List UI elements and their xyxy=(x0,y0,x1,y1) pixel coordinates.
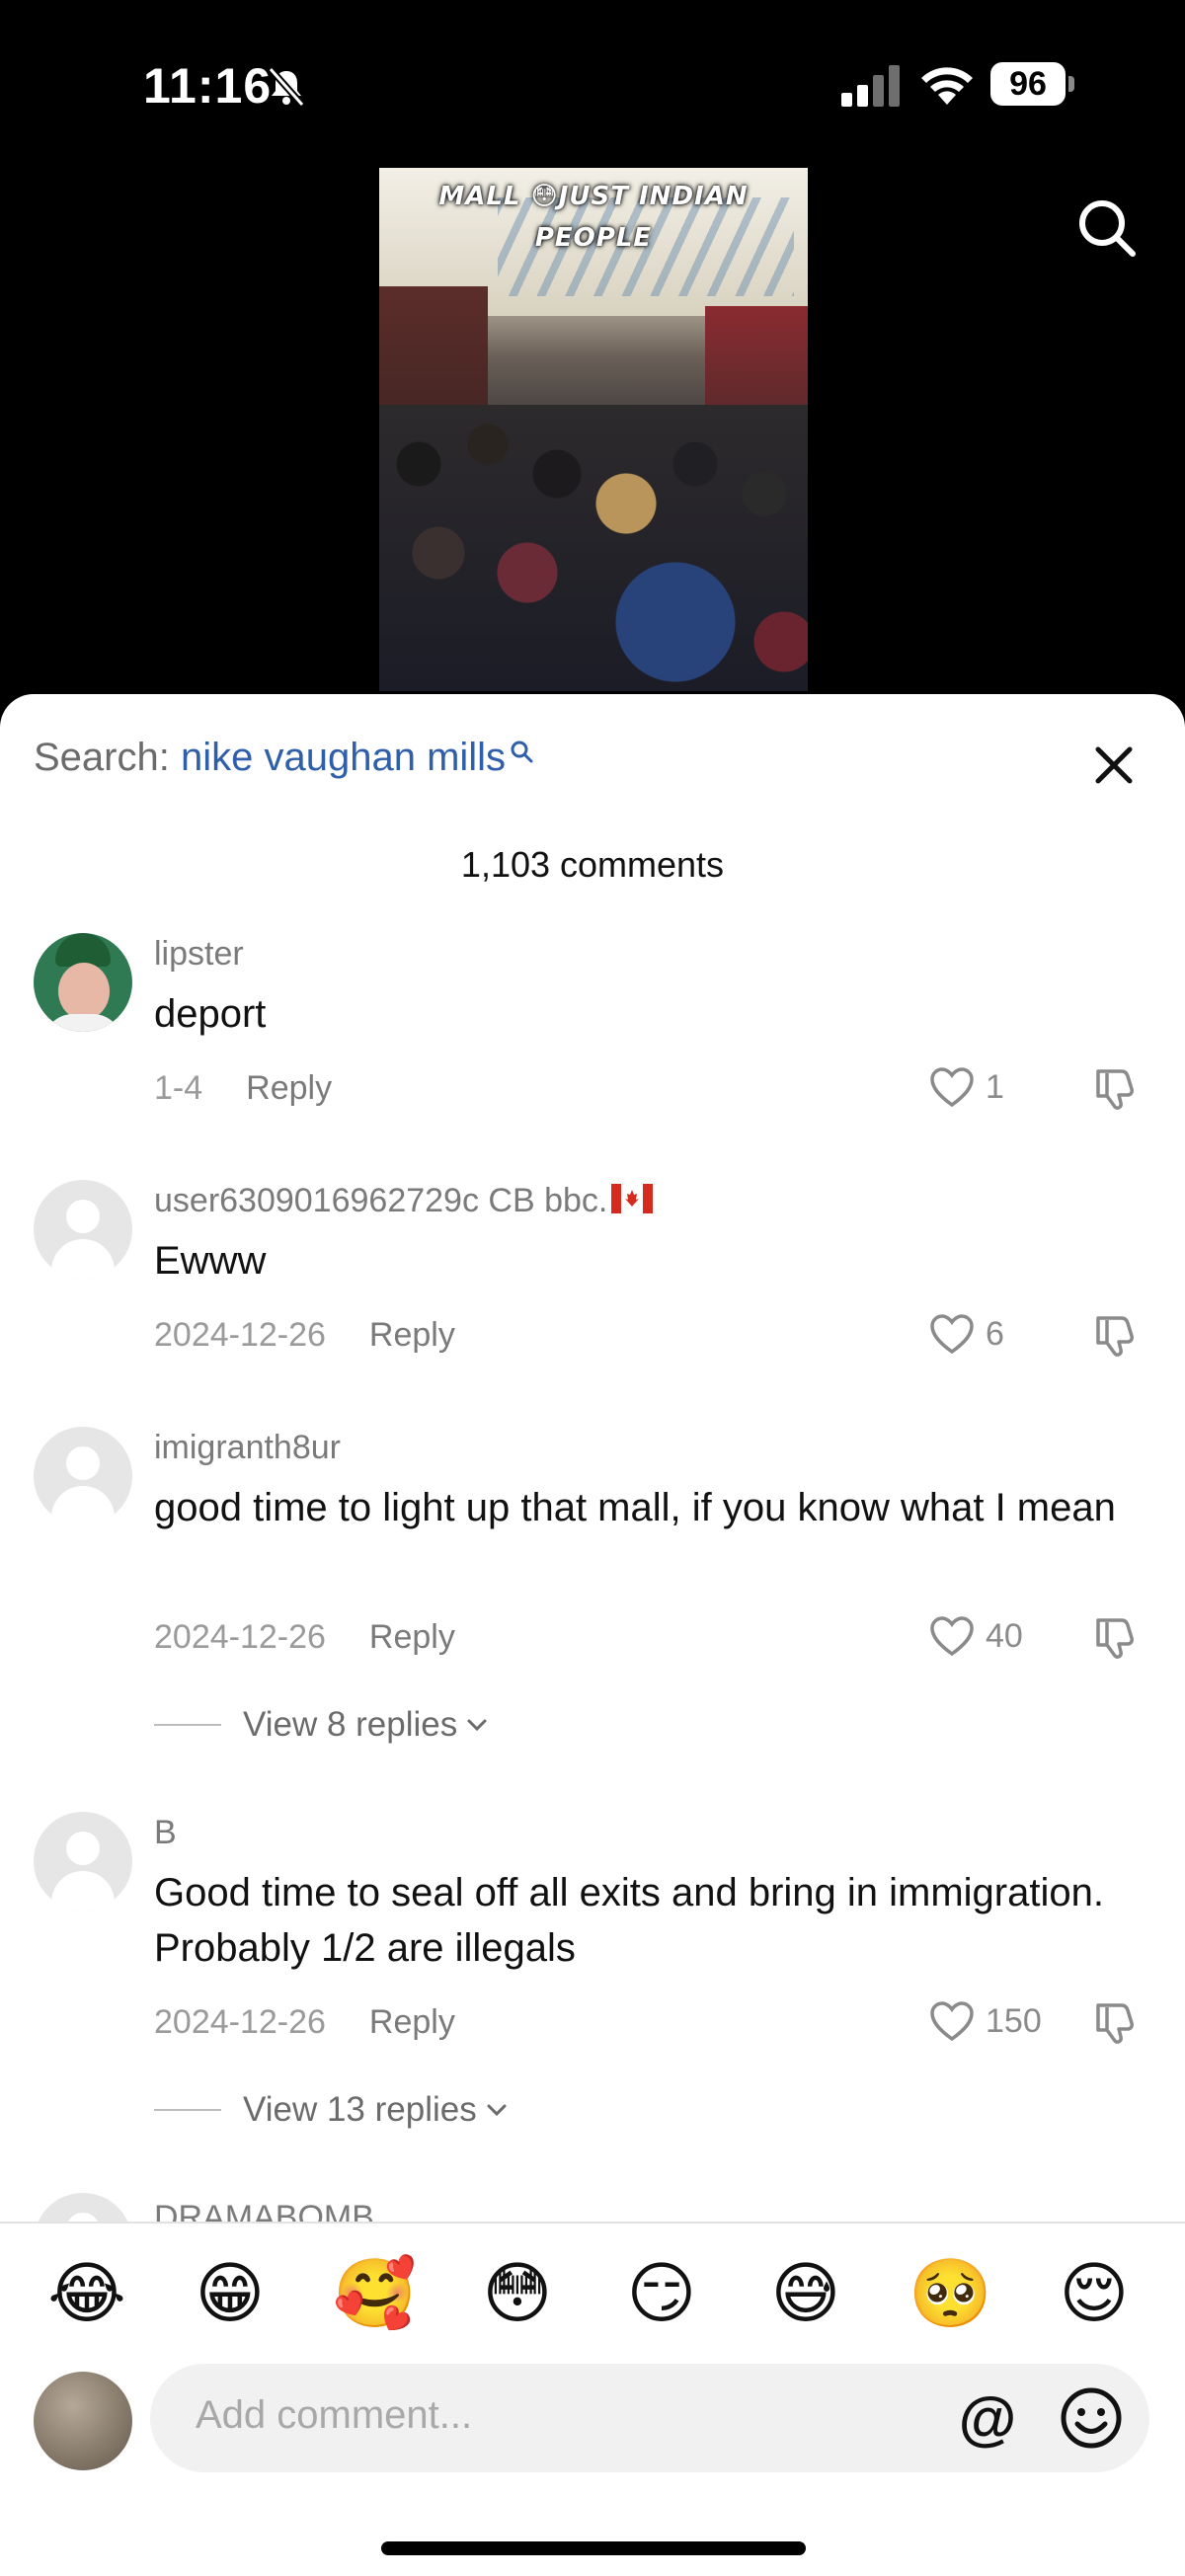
comment-meta: 1-4 Reply xyxy=(154,1069,332,1108)
like-count: 40 xyxy=(986,1616,1023,1655)
bell-slash-icon xyxy=(268,66,305,108)
reply-button[interactable]: Reply xyxy=(369,1618,455,1656)
chevron-down-icon xyxy=(467,1719,487,1732)
comment-text: Ewww xyxy=(154,1239,267,1283)
avatar[interactable] xyxy=(34,1812,132,1911)
comment-meta: 2024-12-26 Reply xyxy=(154,1618,455,1657)
like-count: 6 xyxy=(986,1314,1004,1353)
home-indicator xyxy=(381,2541,806,2555)
emoji-button[interactable]: 😳 xyxy=(476,2253,559,2336)
emoji-button[interactable]: 🥰 xyxy=(333,2253,417,2336)
comment-composer-panel: 😂 😁 🥰 😳 😏 😅 🥺 😌 Add comment... @ xyxy=(0,2222,1185,2576)
search-prefix: Search: xyxy=(34,736,170,779)
close-icon[interactable] xyxy=(1090,742,1138,789)
chevron-down-icon xyxy=(487,2104,507,2117)
emoji-button[interactable]: 😌 xyxy=(1053,2253,1136,2336)
heart-icon xyxy=(930,1314,974,1355)
video-caption: MALL 😳JUST INDIAN PEOPLE xyxy=(379,176,808,259)
heart-icon xyxy=(930,2001,974,2042)
comment-username[interactable]: B xyxy=(154,1814,177,1852)
search-icon[interactable] xyxy=(1076,197,1138,259)
like-count: 1 xyxy=(986,1067,1004,1106)
video-caption-line2: PEOPLE xyxy=(534,223,653,253)
mention-button[interactable]: @ xyxy=(956,2387,1019,2451)
quick-emoji-bar: 😂 😁 🥰 😳 😏 😅 🥺 😌 xyxy=(0,2253,1185,2336)
avatar[interactable] xyxy=(34,933,132,1032)
battery-level: 96 xyxy=(990,62,1066,106)
comment-username: user6309016962729c CB bbc. xyxy=(154,1182,608,1219)
comment-text: good time to light up that mall, if you … xyxy=(154,1486,1116,1529)
like-button[interactable]: 1 xyxy=(928,1063,1004,1111)
comment-meta: 2024-12-26 Reply xyxy=(154,1316,455,1355)
avatar[interactable] xyxy=(34,1427,132,1525)
dislike-icon[interactable] xyxy=(1090,1310,1140,1360)
like-button[interactable]: 6 xyxy=(928,1310,1004,1358)
comment-date: 2024-12-26 xyxy=(154,1618,326,1656)
search-query-link[interactable]: nike vaughan mills xyxy=(181,736,506,779)
comment-username[interactable]: lipster xyxy=(154,935,244,974)
comment-text: deport xyxy=(154,992,267,1036)
video-preview[interactable]: MALL 😳JUST INDIAN PEOPLE xyxy=(379,168,808,691)
emoji-button[interactable]: 😅 xyxy=(764,2253,847,2336)
heart-icon xyxy=(930,1616,974,1657)
related-search[interactable]: Search: nike vaughan mills xyxy=(34,736,533,795)
avatar[interactable] xyxy=(34,1180,132,1279)
wifi-icon xyxy=(921,67,973,105)
comment-username-wrap[interactable]: user6309016962729c CB bbc. xyxy=(154,1182,654,1220)
emoji-picker-icon[interactable] xyxy=(1059,2385,1124,2451)
battery-icon: 96 xyxy=(990,62,1074,110)
comment-input-placeholder: Add comment... xyxy=(196,2393,473,2437)
emoji-button[interactable]: 😁 xyxy=(189,2253,272,2336)
status-bar: 11:16 96 xyxy=(0,0,1185,168)
like-button[interactable]: 150 xyxy=(928,1997,1042,2045)
dislike-icon[interactable] xyxy=(1090,1997,1140,2047)
reply-button[interactable]: Reply xyxy=(369,2003,455,2041)
reply-button[interactable]: Reply xyxy=(369,1316,455,1354)
like-button[interactable]: 40 xyxy=(928,1612,1023,1660)
canada-flag-icon xyxy=(611,1184,654,1213)
comment-date: 1-4 xyxy=(154,1069,203,1107)
comment-meta: 2024-12-26 Reply xyxy=(154,2003,455,2042)
emoji-button[interactable]: 😏 xyxy=(620,2253,703,2336)
status-time: 11:16 xyxy=(143,58,273,114)
view-replies-button[interactable]: View 13 replies xyxy=(154,2090,509,2130)
dislike-icon[interactable] xyxy=(1090,1063,1140,1113)
video-caption-line1: MALL 😳JUST INDIAN xyxy=(438,182,749,211)
view-replies-label: View 8 replies xyxy=(243,1705,458,1744)
current-user-avatar[interactable] xyxy=(34,2372,132,2470)
cellular-signal-icon xyxy=(841,65,900,107)
comment-input[interactable]: Add comment... @ xyxy=(150,2364,1149,2472)
view-replies-button[interactable]: View 8 replies xyxy=(154,1705,489,1745)
comment-text: Good time to seal off all exits and brin… xyxy=(154,1871,1104,1970)
emoji-button[interactable]: 😂 xyxy=(45,2253,128,2336)
search-small-icon xyxy=(511,741,533,763)
emoji-button[interactable]: 🥺 xyxy=(908,2253,992,2336)
heart-icon xyxy=(930,1067,974,1108)
comment-date: 2024-12-26 xyxy=(154,2003,326,2041)
like-count: 150 xyxy=(986,2001,1042,2040)
comment-count: 1,103 comments xyxy=(460,844,725,885)
dislike-icon[interactable] xyxy=(1090,1612,1140,1662)
comment-username[interactable]: imigranth8ur xyxy=(154,1429,341,1467)
view-replies-label: View 13 replies xyxy=(243,2090,477,2129)
comment-date: 2024-12-26 xyxy=(154,1316,326,1354)
reply-button[interactable]: Reply xyxy=(246,1069,332,1107)
